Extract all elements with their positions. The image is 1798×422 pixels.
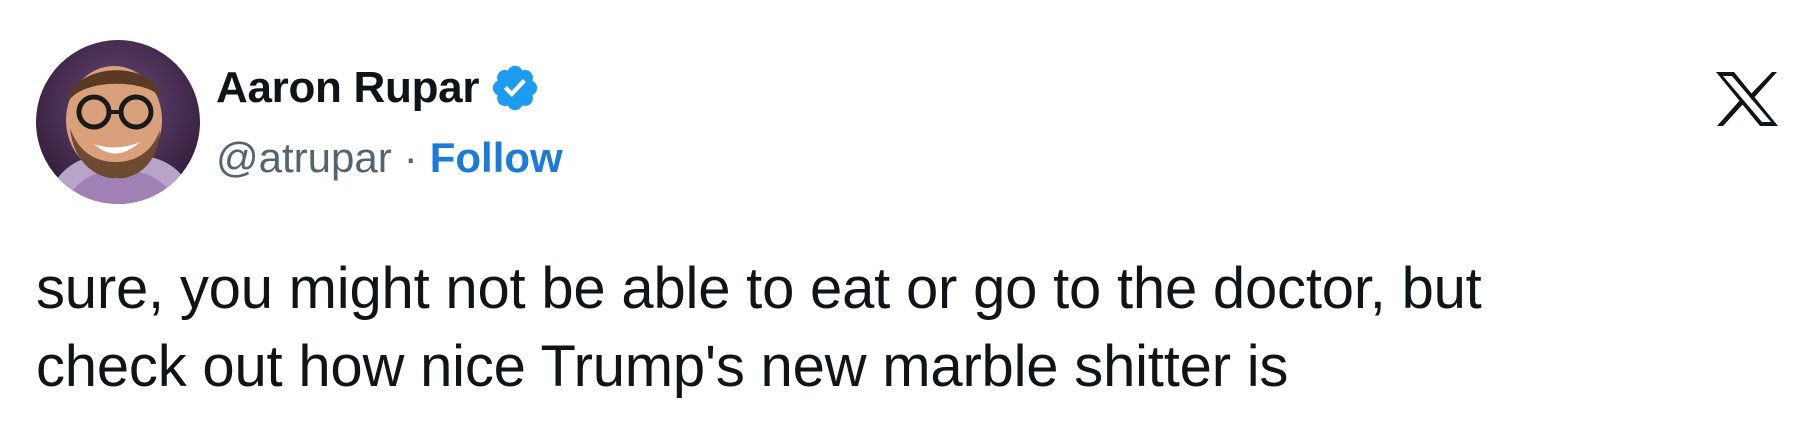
x-logo-icon[interactable] — [1714, 70, 1780, 128]
follow-button[interactable]: Follow — [430, 134, 563, 182]
avatar[interactable] — [36, 40, 200, 204]
separator-dot: · — [403, 134, 418, 181]
author-handle-row: @atrupar · Follow — [216, 132, 563, 184]
author-display-name[interactable]: Aaron Rupar — [216, 63, 479, 113]
verified-badge-icon — [489, 62, 541, 114]
tweet-text: sure, you might not be able to eat or go… — [36, 250, 1776, 406]
tweet-text-line: sure, you might not be able to eat or go… — [36, 256, 1482, 321]
author-handle[interactable]: @atrupar — [216, 134, 392, 182]
avatar-image — [36, 40, 200, 204]
author-name-row: Aaron Rupar — [216, 60, 541, 116]
tweet-text-line: check out how nice Trump's new marble sh… — [36, 334, 1289, 399]
